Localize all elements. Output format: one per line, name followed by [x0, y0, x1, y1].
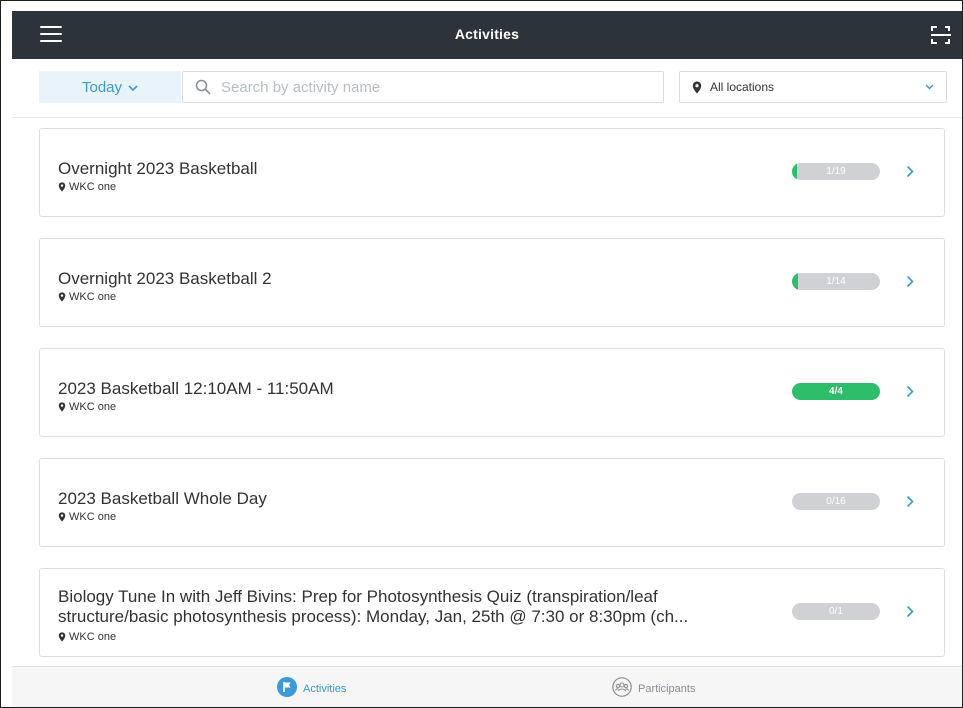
chevron-down-icon	[128, 79, 138, 96]
capacity-count: 4/4	[829, 386, 843, 397]
date-filter-button[interactable]: Today	[39, 71, 181, 103]
activity-card[interactable]: 2023 Basketball Whole Day WKC one 0/16	[39, 458, 945, 547]
map-pin-icon	[58, 292, 66, 302]
tab-participants-label: Participants	[638, 682, 696, 695]
map-pin-icon	[58, 182, 66, 192]
activity-list: Overnight 2023 Basketball WKC one 1/19 O…	[12, 118, 962, 666]
filter-bar: Today All locations	[12, 59, 962, 118]
map-pin-icon	[58, 632, 66, 642]
activity-location-label: WKC one	[69, 511, 117, 523]
map-pin-icon	[692, 81, 702, 94]
capacity-fill	[792, 273, 799, 290]
capacity-pill: 0/16	[792, 493, 880, 510]
chevron-down-icon	[925, 84, 934, 90]
date-filter-label: Today	[81, 78, 123, 96]
search-input[interactable]	[219, 77, 643, 97]
activity-location-label: WKC one	[69, 631, 117, 643]
capacity-fill	[792, 163, 797, 180]
location-select[interactable]: All locations	[679, 71, 947, 103]
activity-name: Overnight 2023 Basketball	[58, 159, 258, 178]
activity-location-label: WKC one	[69, 401, 117, 413]
chevron-right-icon[interactable]	[906, 495, 914, 508]
activity-card[interactable]: Overnight 2023 Basketball 2 WKC one 1/14	[39, 238, 945, 327]
activity-location-label: WKC one	[69, 291, 117, 303]
capacity-count: 0/16	[826, 496, 846, 507]
flag-icon	[277, 677, 297, 700]
tab-participants[interactable]: Participants	[612, 677, 695, 700]
bottom-tab-bar: Activities Participants	[12, 666, 962, 707]
search-box[interactable]	[182, 71, 664, 103]
activity-location-label: WKC one	[69, 181, 117, 193]
activity-location: WKC one	[58, 631, 116, 643]
activity-location: WKC one	[58, 181, 116, 193]
capacity-count: 1/14	[826, 276, 846, 287]
activity-card[interactable]: Overnight 2023 Basketball WKC one 1/19	[39, 128, 945, 217]
activity-name: 2023 Basketball Whole Day	[58, 489, 267, 508]
top-bar: Activities	[12, 11, 962, 59]
capacity-pill: 1/19	[792, 163, 880, 180]
chevron-right-icon[interactable]	[906, 275, 914, 288]
capacity-pill: 0/1	[792, 603, 880, 620]
activity-card[interactable]: Biology Tune In with Jeff Bivins: Prep f…	[39, 568, 945, 657]
activity-location: WKC one	[58, 401, 116, 413]
chevron-right-icon[interactable]	[906, 385, 914, 398]
activity-name: Biology Tune In with Jeff Bivins: Prep f…	[58, 587, 689, 626]
map-pin-icon	[58, 402, 66, 412]
group-icon	[612, 677, 632, 700]
location-select-label: All locations	[710, 80, 775, 94]
capacity-pill: 1/14	[792, 273, 880, 290]
scan-icon[interactable]	[930, 24, 952, 46]
chevron-right-icon[interactable]	[906, 165, 914, 178]
activity-name: 2023 Basketball 12:10AM - 11:50AM	[58, 379, 334, 398]
tab-activities-label: Activities	[303, 682, 347, 695]
capacity-pill: 4/4	[792, 383, 880, 400]
app-frame: Activities Today Search by activity name…	[0, 0, 963, 708]
activity-card[interactable]: 2023 Basketball 12:10AM - 11:50AM WKC on…	[39, 348, 945, 437]
search-icon	[195, 79, 211, 95]
chevron-right-icon[interactable]	[906, 605, 914, 618]
activity-name: Overnight 2023 Basketball 2	[58, 269, 272, 288]
activity-location: WKC one	[58, 511, 116, 523]
capacity-count: 0/1	[829, 606, 843, 617]
capacity-count: 1/19	[826, 166, 846, 177]
tab-activities[interactable]: Activities	[277, 677, 346, 700]
page-title: Activities	[454, 26, 520, 42]
activity-location: WKC one	[58, 291, 116, 303]
map-pin-icon	[58, 512, 66, 522]
